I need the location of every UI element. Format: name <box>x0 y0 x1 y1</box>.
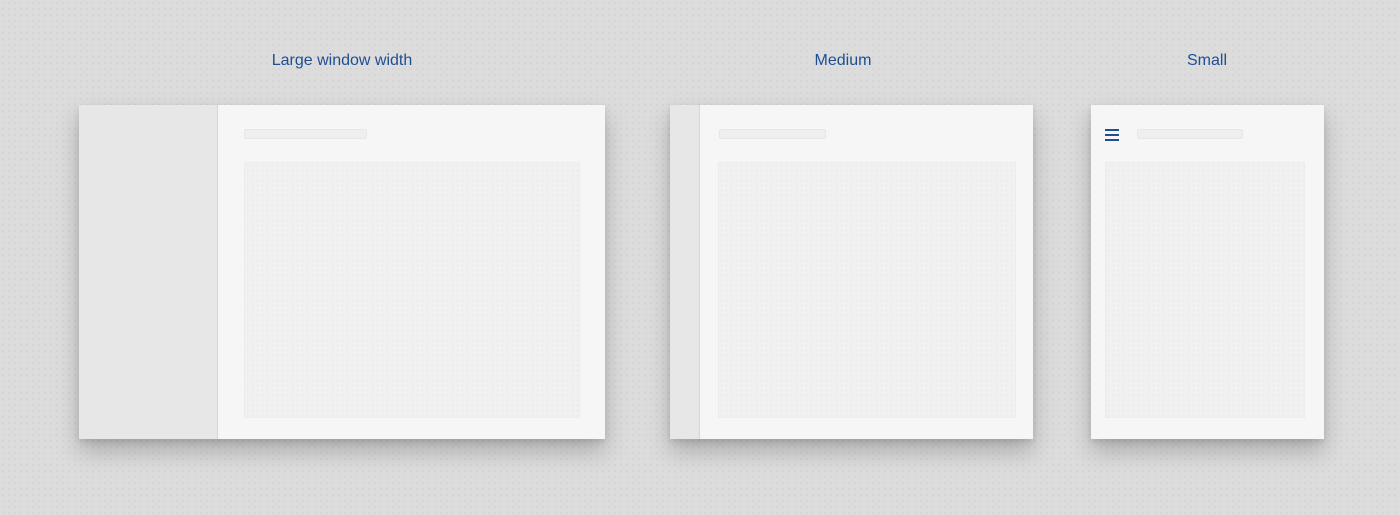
navigation-pane-compact <box>670 105 700 439</box>
caption-medium: Medium <box>814 52 872 69</box>
navigation-pane-expanded <box>79 105 218 439</box>
content-area <box>1105 162 1305 418</box>
title-placeholder <box>1137 129 1243 139</box>
medium-window-mockup <box>670 105 1033 439</box>
content-area <box>244 162 580 418</box>
caption-small: Small <box>1186 52 1228 69</box>
title-placeholder <box>719 129 826 139</box>
caption-large: Large window width <box>271 52 413 69</box>
small-window-mockup <box>1091 105 1324 439</box>
hamburger-menu-icon[interactable] <box>1105 129 1119 142</box>
title-placeholder <box>244 129 367 139</box>
large-window-mockup <box>79 105 605 439</box>
content-area <box>718 162 1016 418</box>
